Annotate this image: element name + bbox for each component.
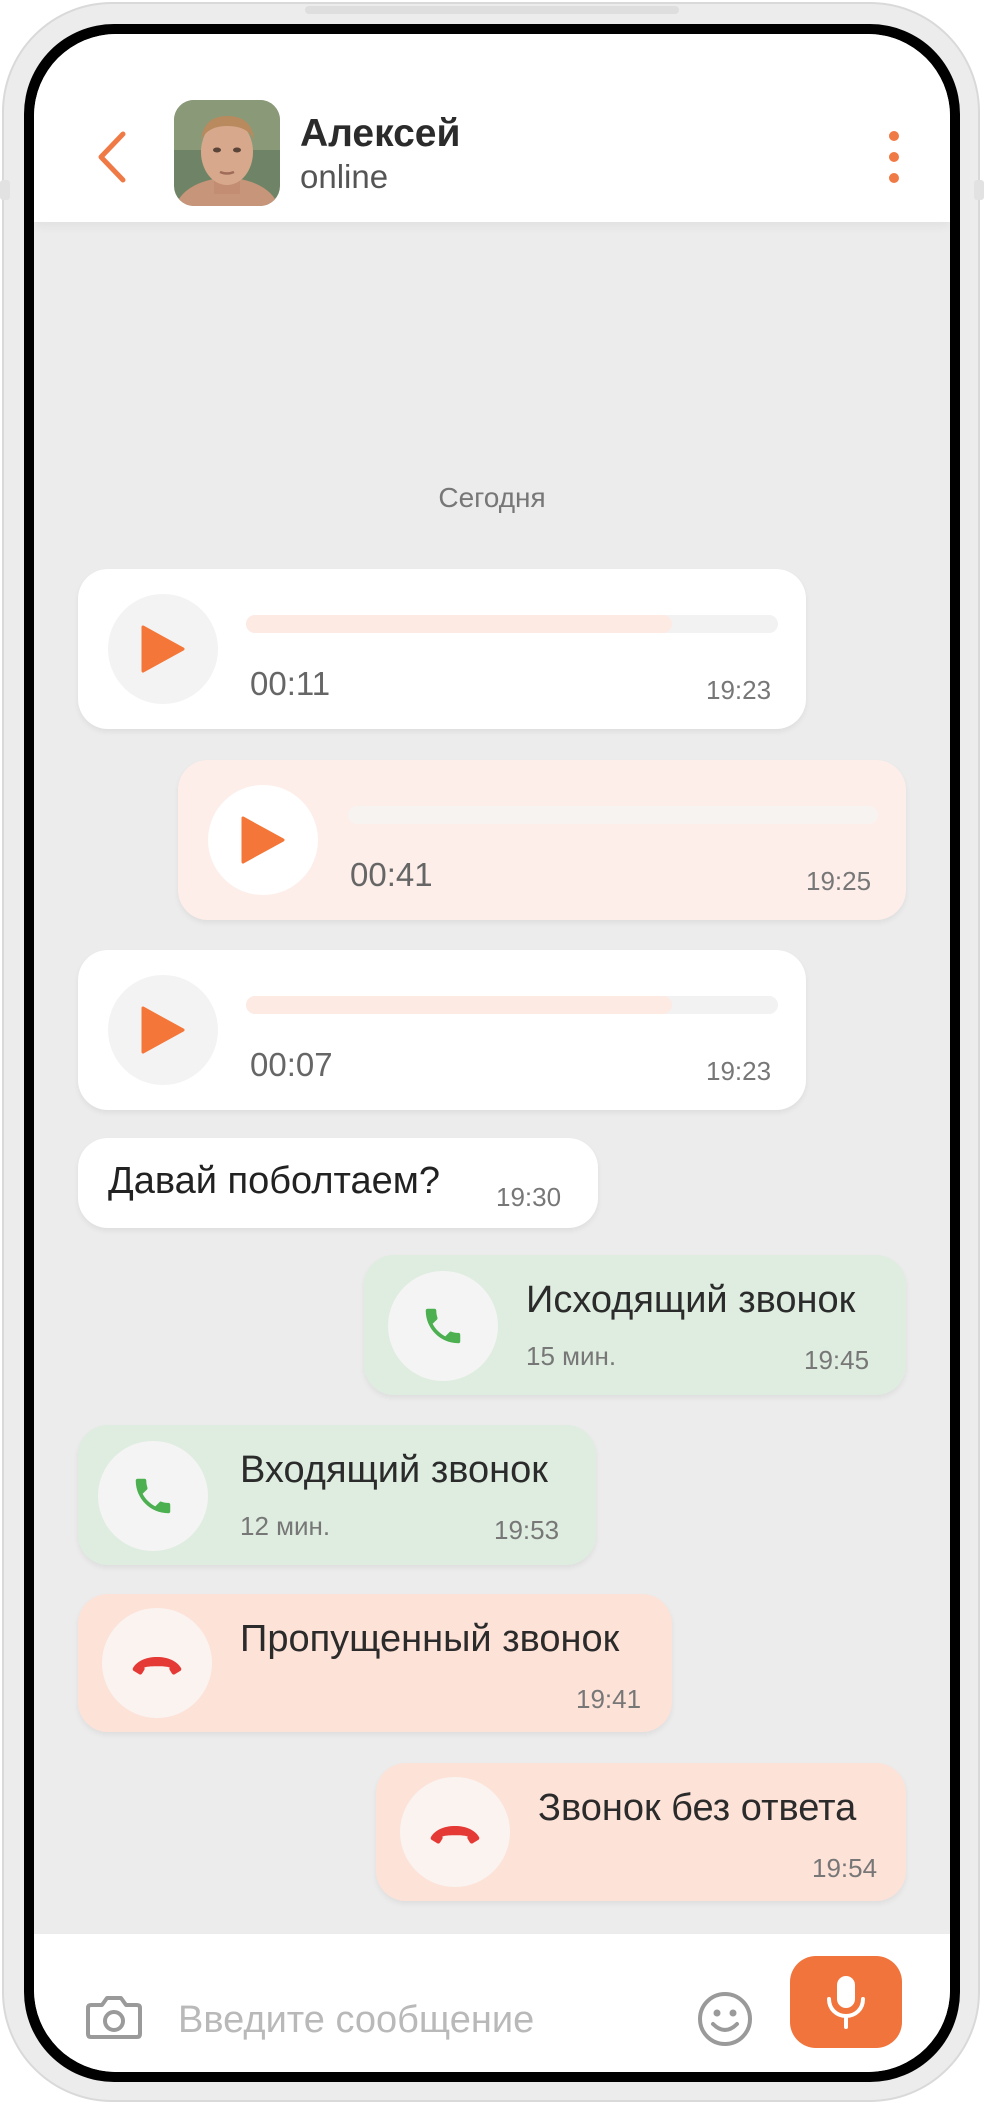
- message-time: 19:41: [576, 1684, 642, 1714]
- text-message-incoming: Давай поболтаем? 19:30: [78, 1138, 598, 1228]
- play-icon: [241, 816, 285, 864]
- play-button[interactable]: [108, 594, 218, 704]
- voice-progress-fill: [246, 996, 672, 1014]
- phone-side-button: [0, 180, 10, 200]
- voice-progress-track[interactable]: [246, 996, 778, 1014]
- more-vertical-icon[interactable]: [872, 122, 916, 192]
- chevron-left-icon: [98, 131, 126, 183]
- call-message-outgoing[interactable]: Исходящий звонок 15 мин. 19:45: [364, 1255, 906, 1395]
- message-time: 19:25: [806, 866, 872, 896]
- call-title: Исходящий звонок: [526, 1279, 856, 1321]
- message-time: 19:23: [706, 1056, 772, 1086]
- contact-avatar[interactable]: [174, 100, 280, 206]
- smile-icon: [698, 1992, 752, 2046]
- call-icon-circle: [102, 1608, 212, 1718]
- voice-progress-track[interactable]: [246, 615, 778, 633]
- camera-icon: [86, 1996, 142, 2039]
- phone-hangup-icon: [132, 1657, 182, 1675]
- chat-header: Алексей online: [34, 34, 950, 222]
- play-button[interactable]: [108, 975, 218, 1085]
- play-button[interactable]: [208, 785, 318, 895]
- call-duration: 12 мин.: [240, 1511, 331, 1541]
- emoji-button[interactable]: [694, 1988, 756, 2050]
- call-icon-circle: [400, 1777, 510, 1887]
- phone-icon: [135, 1478, 171, 1514]
- call-message-missed[interactable]: Пропущенный звонок 19:41: [78, 1594, 672, 1732]
- voice-message-outgoing: 00:41 19:25: [178, 760, 906, 920]
- microphone-icon: [827, 1976, 865, 2029]
- call-message-incoming[interactable]: Входящий звонок 12 мин. 19:53: [78, 1425, 596, 1565]
- voice-duration: 00:07: [250, 1046, 333, 1083]
- phone-icon: [425, 1308, 461, 1344]
- call-icon-circle: [388, 1271, 498, 1381]
- play-icon: [141, 1006, 185, 1054]
- date-separator: Сегодня: [438, 482, 546, 513]
- call-icon-circle: [98, 1441, 208, 1551]
- chat-screen: Алексей online Сегодня 00:11 19:23 00:41…: [34, 34, 950, 2072]
- voice-progress-track[interactable]: [348, 806, 878, 824]
- play-icon: [141, 625, 185, 673]
- call-title: Звонок без ответа: [538, 1787, 857, 1829]
- voice-duration: 00:11: [250, 665, 331, 702]
- call-title: Пропущенный звонок: [240, 1618, 620, 1660]
- voice-message-incoming: 00:07 19:23: [78, 950, 806, 1110]
- call-title: Входящий звонок: [240, 1449, 548, 1491]
- message-time: 19:30: [496, 1182, 562, 1212]
- message-text: Давай поболтаем?: [108, 1160, 440, 1202]
- message-time: 19:45: [804, 1345, 870, 1375]
- contact-status: online: [300, 158, 389, 195]
- voice-duration: 00:41: [350, 856, 433, 893]
- back-button[interactable]: [84, 122, 140, 192]
- message-time: 19:23: [706, 675, 772, 705]
- message-time: 19:53: [494, 1515, 560, 1545]
- call-message-unanswered[interactable]: Звонок без ответа 19:54: [376, 1763, 906, 1901]
- message-input[interactable]: [176, 1984, 700, 2056]
- call-duration: 15 мин.: [526, 1341, 617, 1371]
- voice-message-incoming: 00:11 19:23: [78, 569, 806, 729]
- record-voice-button[interactable]: [790, 1956, 902, 2048]
- message-input-bar: [34, 1934, 950, 2072]
- contact-name: Алексей: [300, 112, 461, 155]
- phone-hangup-icon: [430, 1826, 480, 1844]
- voice-progress-fill: [246, 615, 672, 633]
- phone-top-edge: [305, 6, 679, 14]
- phone-side-button: [974, 180, 984, 200]
- camera-button[interactable]: [84, 1989, 144, 2045]
- message-time: 19:54: [812, 1853, 878, 1883]
